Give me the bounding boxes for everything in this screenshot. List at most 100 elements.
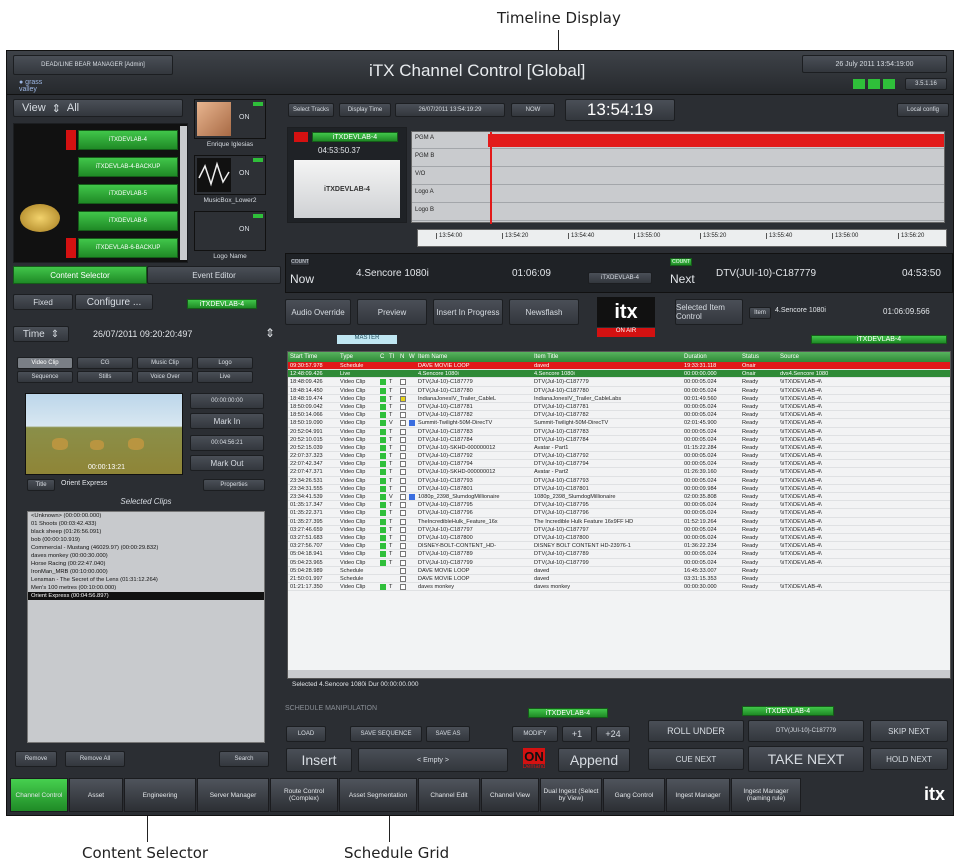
media-type-tab[interactable]: Sequence xyxy=(17,371,73,383)
in-time-field[interactable]: 00:00:00:00 xyxy=(190,393,264,409)
grid-row[interactable]: 05:04:18.941 Video Clip T DTV(Jul-10)-C1877… xyxy=(288,550,950,559)
media-type-tab[interactable]: Logo xyxy=(197,357,253,369)
save-sequence-button[interactable]: SAVE SEQUENCE xyxy=(350,726,422,742)
roll-under-button[interactable]: ROLL UNDER xyxy=(648,720,744,742)
tab-content-selector[interactable]: Content Selector xyxy=(13,266,147,284)
grid-row[interactable]: 18:48:14.450 Video Clip T DTV(Jul-10)-C1877… xyxy=(288,387,950,395)
insert-button[interactable]: Insert xyxy=(286,748,352,772)
media-type-tab[interactable]: Music Clip xyxy=(137,357,193,369)
remove-all-button[interactable]: Remove All xyxy=(65,751,125,767)
grid-column-header[interactable]: W xyxy=(407,352,416,362)
row-checkbox[interactable] xyxy=(400,461,406,468)
grid-row[interactable]: 05:04:28.989 Schedule DAVE MOVIE LOOP daved… xyxy=(288,567,950,575)
grid-row[interactable]: 03:27:46.659 Video Clip T DTV(Jul-10)-C1877… xyxy=(288,526,950,534)
audio-override-button[interactable]: Audio Override xyxy=(285,299,351,325)
row-checkbox[interactable] xyxy=(400,551,406,558)
selected-clip-item[interactable]: Lensman - The Secret of the Lens (01:31:… xyxy=(28,576,264,584)
grid-row[interactable]: 23:34:41.539 Video Clip V 1080p_2398_Slumdo… xyxy=(288,493,950,502)
cue-next-button[interactable]: CUE NEXT xyxy=(648,748,744,770)
grid-row[interactable]: 18:48:09.426 Video Clip T DTV(Jul-10)-C1877… xyxy=(288,378,950,387)
grid-column-header[interactable]: Start Time xyxy=(288,352,338,362)
row-checkbox[interactable] xyxy=(400,436,406,443)
channel-row[interactable]: iTXDEVLAB-6 xyxy=(66,211,178,231)
presenter-tile[interactable]: ON xyxy=(194,211,266,251)
row-checkbox[interactable] xyxy=(400,379,406,386)
row-checkbox[interactable] xyxy=(400,387,406,394)
hold-next-button[interactable]: HOLD NEXT xyxy=(870,748,948,770)
row-checkbox[interactable] xyxy=(400,518,406,525)
select-tracks-button[interactable]: Select Tracks xyxy=(288,103,334,117)
preview-button[interactable]: Preview xyxy=(357,299,427,325)
skip-next-button[interactable]: SKIP NEXT xyxy=(870,720,948,742)
time-value[interactable]: 26/07/2011 09:20:20:497 xyxy=(93,329,192,339)
selected-clip-item[interactable]: Men's 100 metres (00:10:00.000) xyxy=(28,584,264,592)
grid-row[interactable]: 20:52:10.015 Video Clip T DTV(Jul-10)-C1877… xyxy=(288,436,950,444)
row-checkbox[interactable] xyxy=(400,453,406,460)
taskbar-tab[interactable]: Gang Control xyxy=(603,778,665,812)
grid-row[interactable]: 23:34:31.555 Video Clip T DTV(Jul-10)-C1878… xyxy=(288,485,950,493)
row-checkbox[interactable] xyxy=(400,428,406,435)
channel-row[interactable]: iTXDEVLAB-4-BACKUP xyxy=(66,157,178,177)
modify-button[interactable]: MODIFY xyxy=(512,726,558,742)
channel-row[interactable]: iTXDEVLAB-6-BACKUP xyxy=(66,238,178,258)
grid-column-header[interactable]: Status xyxy=(740,352,778,362)
row-checkbox[interactable] xyxy=(400,575,406,582)
local-config-button[interactable]: Local config xyxy=(897,103,949,117)
grid-column-header[interactable]: Type xyxy=(338,352,378,362)
media-type-tab[interactable]: Stills xyxy=(77,371,133,383)
grid-row[interactable]: 03:27:56.707 Video Clip T DISNEY-BOLT-CONTE… xyxy=(288,542,950,551)
grid-column-header[interactable]: Source xyxy=(778,352,950,362)
grid-row[interactable]: 03:27:51.683 Video Clip T DTV(Jul-10)-C1878… xyxy=(288,534,950,543)
grid-row[interactable]: 20:52:04.991 Video Clip T DTV(Jul-10)-C1877… xyxy=(288,428,950,436)
grid-row[interactable]: 21:50:01.997 Schedule DAVE MOVIE LOOP daved… xyxy=(288,575,950,584)
media-type-tab[interactable]: CG xyxy=(77,357,133,369)
save-as-button[interactable]: SAVE AS xyxy=(426,726,470,742)
channel-row[interactable]: iTXDEVLAB-5 xyxy=(66,184,178,204)
on-demand-button[interactable]: ON Demand xyxy=(514,748,554,774)
time-spinner-right[interactable]: ⇕ xyxy=(265,326,275,340)
plus1-button[interactable]: +1 xyxy=(562,726,592,742)
grid-column-header[interactable]: TI xyxy=(387,352,398,362)
row-checkbox[interactable] xyxy=(400,412,406,419)
selected-clip-item[interactable]: Orient Express (00:04:56.897) xyxy=(28,592,264,600)
selected-clip-item[interactable]: daves monkey (00:00:30.000) xyxy=(28,552,264,560)
grid-row[interactable]: 01:35:17.347 Video Clip T DTV(Jul-10)-C1877… xyxy=(288,501,950,510)
row-checkbox[interactable] xyxy=(400,395,406,402)
selected-clip-item[interactable]: Horse Racing (00:22:47.040) xyxy=(28,560,264,568)
taskbar-tab[interactable]: Channel Control xyxy=(10,778,68,812)
row-checkbox[interactable] xyxy=(400,502,406,509)
selected-clip-item[interactable]: black sheep (01:26:56.091) xyxy=(28,528,264,536)
taskbar-tab[interactable]: Route Control (Complex) xyxy=(270,778,338,812)
out-time-field[interactable]: 00:04:56:21 xyxy=(190,435,264,451)
load-button[interactable]: LOAD xyxy=(286,726,326,742)
grid-row[interactable]: 05:04:23.965 Video Clip T DTV(Jul-10)-C1877… xyxy=(288,559,950,567)
media-type-tab[interactable]: Live xyxy=(197,371,253,383)
selected-clip-item[interactable]: <Unknown> (00:00:00.000) xyxy=(28,512,264,520)
presenter-tile[interactable]: ON xyxy=(194,155,266,195)
now-button[interactable]: NOW xyxy=(511,103,555,117)
grid-column-header[interactable]: Duration xyxy=(682,352,740,362)
channel-row[interactable]: iTXDEVLAB-4 xyxy=(66,130,178,150)
row-checkbox[interactable] xyxy=(400,567,406,574)
taskbar-tab[interactable]: Ingest Manager (naming rule) xyxy=(731,778,801,812)
row-checkbox[interactable] xyxy=(400,543,406,550)
row-checkbox[interactable] xyxy=(400,584,406,591)
row-checkbox[interactable] xyxy=(400,444,406,451)
row-checkbox[interactable] xyxy=(400,510,406,517)
row-checkbox[interactable] xyxy=(400,494,406,500)
grid-row[interactable]: 12:48:09.426 Live 4.Sencore 1080i 4.Sencore… xyxy=(288,370,950,379)
selected-item-control-button[interactable]: Selected Item Control xyxy=(675,299,743,325)
grid-row[interactable]: 01:35:27.395 Video Clip T TheIncredibleHulk… xyxy=(288,518,950,526)
presenter-tile[interactable]: ON xyxy=(194,99,266,139)
display-time-button[interactable]: Display Time xyxy=(339,103,391,117)
mark-out-button[interactable]: Mark Out xyxy=(190,455,264,471)
row-checkbox[interactable] xyxy=(400,420,406,427)
grid-column-header[interactable]: C xyxy=(378,352,387,362)
plus24-button[interactable]: +24 xyxy=(596,726,630,742)
insert-in-progress-button[interactable]: Insert In Progress xyxy=(433,299,503,325)
newsflash-button[interactable]: Newsflash xyxy=(509,299,579,325)
row-checkbox[interactable] xyxy=(400,534,406,541)
row-checkbox[interactable] xyxy=(400,469,406,476)
grid-row[interactable]: 22:07:47.371 Video Clip T DTV(Jul-10)-SKHD-… xyxy=(288,468,950,477)
grid-column-header[interactable]: Item Name xyxy=(416,352,532,362)
